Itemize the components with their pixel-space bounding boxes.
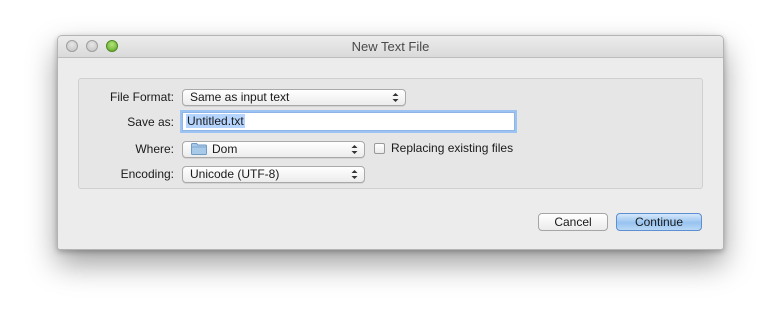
cancel-button[interactable]: Cancel — [538, 213, 608, 231]
title-bar[interactable]: New Text File — [58, 36, 723, 58]
popup-arrows-icon — [351, 145, 358, 154]
encoding-value: Unicode (UTF-8) — [190, 167, 280, 181]
folder-icon — [191, 143, 207, 155]
where-popup[interactable]: Dom — [182, 141, 365, 158]
popup-arrows-icon — [392, 93, 399, 102]
replacing-existing-files-checkbox[interactable] — [374, 143, 385, 154]
screen: New Text File File Format: Same as input… — [0, 0, 779, 328]
file-format-popup[interactable]: Same as input text — [182, 89, 406, 106]
where-label: Where: — [135, 142, 174, 156]
save-as-label: Save as: — [127, 115, 174, 129]
encoding-label: Encoding: — [120, 167, 174, 181]
new-text-file-dialog: New Text File File Format: Same as input… — [57, 35, 724, 250]
options-panel: File Format: Same as input text Save as:… — [78, 78, 703, 189]
save-as-value: Untitled.txt — [186, 114, 245, 128]
replacing-existing-files-label[interactable]: Replacing existing files — [391, 141, 513, 155]
encoding-popup[interactable]: Unicode (UTF-8) — [182, 166, 365, 183]
save-as-field[interactable]: Untitled.txt — [182, 112, 515, 131]
window-title: New Text File — [351, 39, 430, 54]
continue-button[interactable]: Continue — [616, 213, 702, 231]
file-format-label: File Format: — [109, 90, 174, 104]
file-format-value: Same as input text — [190, 90, 290, 104]
popup-arrows-icon — [351, 170, 358, 179]
where-value: Dom — [212, 142, 238, 156]
